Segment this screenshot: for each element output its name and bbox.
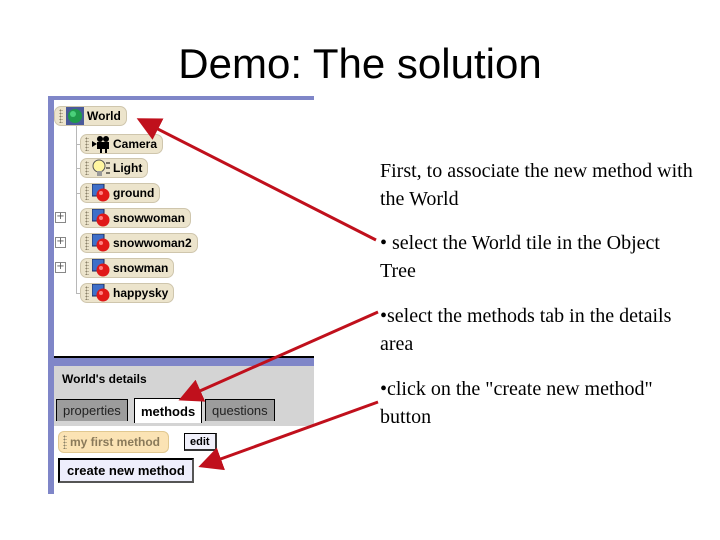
tile-label: Light [113, 161, 143, 175]
expand-toggle-snowwoman[interactable]: + [55, 212, 66, 223]
object-icon [91, 233, 110, 252]
tree-tile-world[interactable]: World [54, 106, 127, 126]
tab-methods[interactable]: methods [134, 398, 203, 423]
instruction-step-3: •click on the "create new method" button [380, 378, 653, 428]
tree-tile-camera[interactable]: Camera [80, 134, 164, 154]
tree-tile-snowwoman2[interactable]: snowwoman2 [80, 233, 198, 253]
method-tile-label: my first method [70, 435, 161, 449]
create-new-method-button[interactable]: create new method [58, 458, 194, 483]
drag-grip[interactable] [85, 211, 89, 225]
drag-grip[interactable] [85, 286, 89, 300]
tree-connector [76, 124, 77, 294]
object-tree: World Camera Light ground + snowwoman + … [54, 100, 314, 358]
expand-toggle-snowman[interactable]: + [55, 262, 66, 273]
tab-questions[interactable]: questions [205, 399, 275, 421]
drag-grip[interactable] [85, 137, 89, 151]
tile-label: snowwoman2 [113, 236, 192, 250]
tree-tile-light[interactable]: Light [80, 158, 149, 178]
lightbulb-icon [92, 159, 110, 177]
tile-label: World [87, 109, 121, 123]
drag-grip[interactable] [85, 161, 89, 175]
globe-icon [66, 107, 84, 125]
object-icon [91, 283, 110, 302]
edit-button[interactable]: edit [184, 433, 217, 451]
tree-tile-happysky[interactable]: happysky [80, 283, 175, 303]
alice-screenshot-panel: World Camera Light ground + snowwoman + … [48, 96, 314, 494]
instruction-step-1: • select the World tile in the Object Tr… [380, 232, 660, 282]
drag-grip[interactable] [85, 236, 89, 250]
details-title: World's details [62, 372, 147, 386]
drag-grip[interactable] [63, 435, 67, 449]
tab-properties[interactable]: properties [56, 399, 128, 421]
drag-grip[interactable] [59, 109, 63, 123]
tile-label: Camera [113, 137, 158, 151]
slide-title: Demo: The solution [178, 40, 542, 87]
tile-label: snowman [113, 261, 169, 275]
object-icon [91, 258, 110, 277]
tree-tile-ground[interactable]: ground [80, 183, 161, 203]
instruction-intro: First, to associate the new method with … [380, 160, 693, 210]
drag-grip[interactable] [85, 261, 89, 275]
object-icon [91, 208, 110, 227]
expand-toggle-snowwoman2[interactable]: + [55, 237, 66, 248]
tree-tile-snowwoman[interactable]: snowwoman [80, 208, 192, 228]
method-tile-my-first-method[interactable]: my first method [58, 431, 170, 453]
tile-label: snowwoman [113, 211, 186, 225]
tile-label: happysky [113, 286, 169, 300]
tile-label: ground [113, 186, 155, 200]
camera-icon [92, 135, 110, 153]
details-area: World's details properties methods quest… [54, 366, 314, 494]
instruction-step-2: •select the methods tab in the details a… [380, 305, 672, 355]
details-header: World's details properties methods quest… [54, 366, 314, 426]
tree-tile-snowman[interactable]: snowman [80, 258, 175, 278]
drag-grip[interactable] [85, 186, 89, 200]
object-icon [91, 183, 110, 202]
